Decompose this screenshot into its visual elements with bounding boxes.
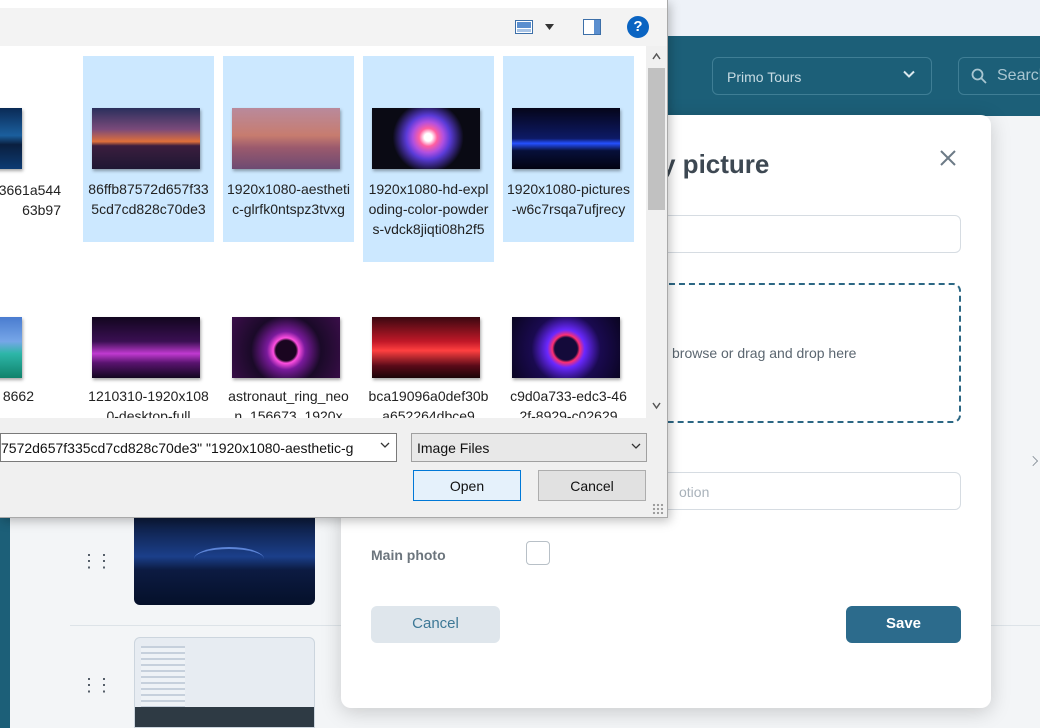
file-name: c9d0a733-edc3-462f-8929-c02629	[510, 388, 627, 418]
file-name: 1920x1080-aesthetic-glrfk0ntspz3tvxg	[227, 181, 350, 217]
file-name: 1210310-1920x1080-desktop-full	[88, 388, 209, 418]
search-input[interactable]: Search	[958, 57, 1040, 95]
file-thumbnail	[92, 108, 200, 169]
file-name: 1920x1080-hd-exploding-color-powders-vdc…	[368, 181, 489, 237]
main-photo-label: Main photo	[371, 547, 446, 563]
file-tile[interactable]: bca19096a0def30ba652264dbce9	[363, 304, 494, 418]
file-tile[interactable]: 1210310-1920x1080-desktop-full	[83, 304, 214, 418]
photo-thumbnail	[134, 517, 315, 605]
main-photo-checkbox[interactable]	[526, 541, 550, 565]
search-placeholder: Search	[997, 67, 1040, 84]
close-icon[interactable]	[939, 149, 957, 167]
resize-grip[interactable]	[652, 503, 664, 515]
file-thumbnail	[372, 108, 480, 169]
file-tile[interactable]: 8662	[0, 304, 76, 418]
filetype-value: Image Files	[417, 440, 490, 456]
company-select[interactable]: Primo Tours	[712, 57, 932, 95]
dialog-toolbar	[0, 8, 667, 46]
filename-value: 7572d657f335cd7cd828c70de3" "1920x1080-a…	[1, 440, 354, 456]
chevron-down-icon[interactable]	[380, 442, 390, 448]
file-thumbnail	[92, 317, 200, 378]
file-thumbnail	[512, 108, 620, 169]
title-field[interactable]	[641, 215, 961, 253]
file-name: bca19096a0def30ba652264dbce9	[368, 388, 489, 418]
save-button[interactable]: Save	[846, 606, 961, 643]
search-icon	[971, 68, 987, 84]
modal-title: y picture	[661, 149, 770, 179]
file-name: 8662	[2, 388, 34, 404]
view-options-icon[interactable]	[515, 20, 533, 34]
file-thumbnail	[232, 108, 340, 169]
filetype-select[interactable]: Image Files	[411, 433, 647, 462]
file-list: 3979a73661a54463b97 86ffb87572d657f335cd…	[0, 46, 646, 418]
filename-input[interactable]: 7572d657f335cd7cd828c70de3" "1920x1080-a…	[0, 433, 397, 462]
file-thumbnail	[512, 317, 620, 378]
description-field[interactable]: otion	[641, 472, 961, 510]
preview-pane-icon[interactable]	[583, 19, 601, 35]
dropzone-text: browse or drag and drop here	[672, 345, 857, 361]
photo-thumbnail	[134, 637, 315, 728]
file-thumbnail	[232, 317, 340, 378]
chevron-down-icon[interactable]	[545, 24, 554, 30]
drag-handle-icon[interactable]: ⋮⋮	[80, 552, 113, 570]
file-tile[interactable]: c9d0a733-edc3-462f-8929-c02629	[503, 304, 634, 418]
file-name: 86ffb87572d657f335cd7cd828c70de3	[88, 181, 209, 217]
help-icon[interactable]: ?	[627, 16, 649, 38]
company-select-value: Primo Tours	[727, 69, 802, 85]
file-name: astronaut_ring_neon_156673_1920x	[228, 388, 349, 418]
scroll-up-icon[interactable]	[652, 52, 661, 61]
scrollbar-thumb[interactable]	[648, 68, 665, 210]
cancel-button[interactable]: Cancel	[371, 606, 500, 643]
file-tile[interactable]: 1920x1080-pictures-w6c7rsqa7ufjrecy	[503, 56, 634, 242]
file-name: 1920x1080-pictures-w6c7rsqa7ufjrecy	[507, 181, 630, 217]
file-thumbnail	[372, 317, 480, 378]
file-tile[interactable]: 86ffb87572d657f335cd7cd828c70de3	[83, 56, 214, 242]
file-tile[interactable]: 3979a73661a54463b97	[0, 56, 76, 241]
file-tile[interactable]: 1920x1080-hd-exploding-color-powders-vdc…	[363, 56, 494, 262]
scroll-down-icon[interactable]	[652, 401, 661, 410]
file-tile[interactable]: astronaut_ring_neon_156673_1920x	[223, 304, 354, 418]
file-thumbnail	[0, 317, 22, 378]
description-placeholder: otion	[679, 484, 710, 500]
open-button[interactable]: Open	[413, 470, 521, 501]
chevron-down-icon	[903, 70, 915, 78]
chevron-down-icon[interactable]	[631, 443, 641, 449]
drag-handle-icon[interactable]: ⋮⋮	[80, 676, 113, 694]
dialog-cancel-button[interactable]: Cancel	[538, 470, 646, 501]
file-thumbnail	[0, 108, 22, 169]
file-tile[interactable]: 1920x1080-aesthetic-glrfk0ntspz3tvxg	[223, 56, 354, 242]
file-name: 3979a73661a54463b97	[0, 182, 61, 218]
